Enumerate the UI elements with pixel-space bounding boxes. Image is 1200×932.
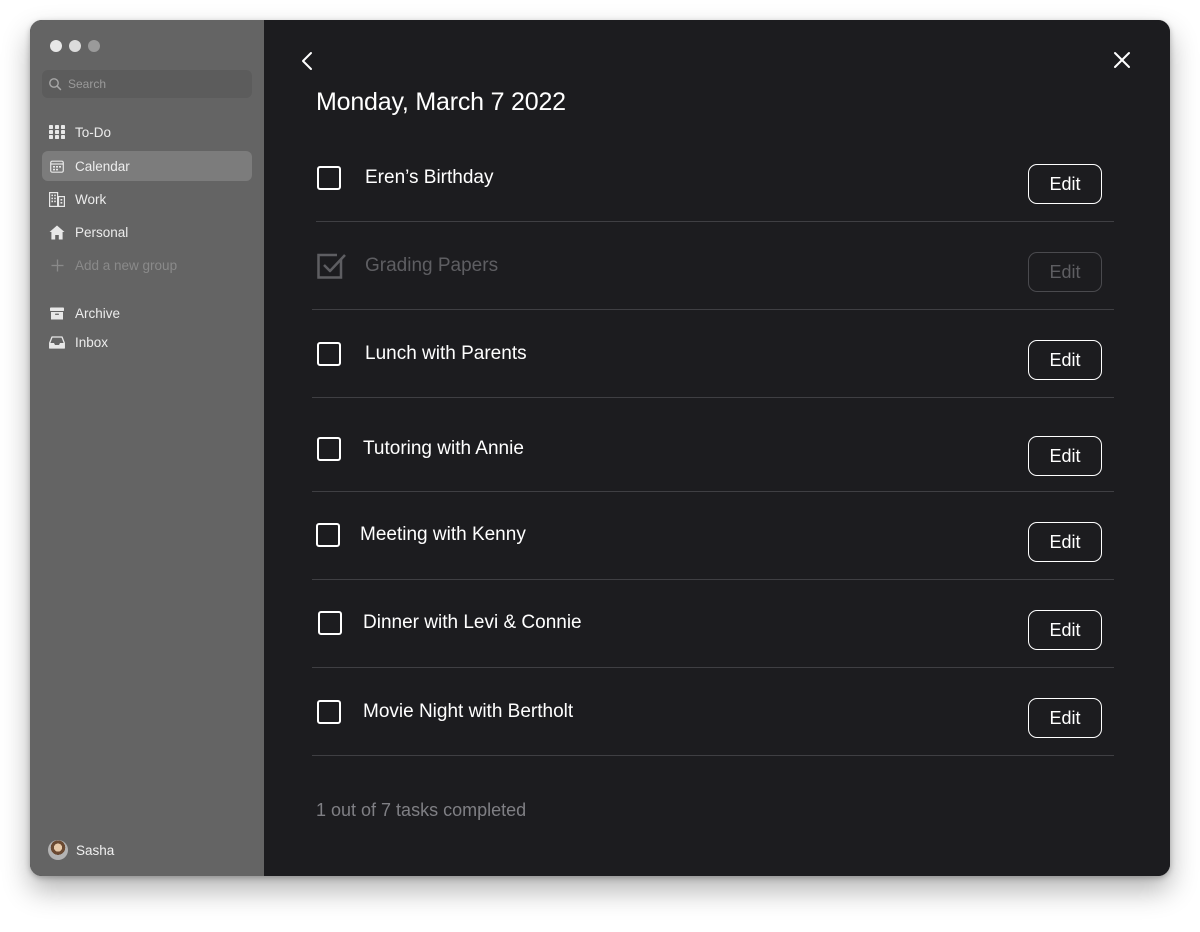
task-row: Tutoring with Annie Edit (264, 425, 1170, 513)
task-label: Tutoring with Annie (363, 438, 524, 459)
edit-button[interactable]: Edit (1028, 698, 1102, 738)
task-row: Movie Night with Bertholt Edit (264, 688, 1170, 776)
sidebar-item-calendar[interactable]: Calendar (42, 151, 252, 181)
divider (312, 491, 1114, 492)
task-label: Lunch with Parents (365, 343, 527, 364)
divider (316, 221, 1114, 222)
sidebar-item-label: Calendar (75, 158, 130, 174)
sidebar: To-Do Calendar (30, 20, 264, 876)
sidebar-item-label: Work (75, 191, 107, 207)
task-label: Eren’s Birthday (365, 167, 494, 188)
building-icon (49, 191, 65, 207)
search-bar[interactable] (42, 70, 252, 98)
divider (312, 667, 1114, 668)
completion-status: 1 out of 7 tasks completed (316, 800, 527, 820)
task-checkbox[interactable] (317, 437, 341, 461)
search-input[interactable] (66, 76, 250, 92)
task-label: Dinner with Levi & Connie (363, 612, 582, 633)
grid-icon (49, 124, 65, 140)
task-row: Eren’s Birthday Edit (264, 154, 1170, 242)
divider (312, 397, 1114, 398)
task-label: Movie Night with Bertholt (363, 701, 574, 722)
inbox-tray-icon (49, 334, 65, 350)
close-icon (1112, 52, 1132, 74)
add-group-button[interactable]: Add a new group (42, 250, 252, 280)
close-window-dot[interactable] (50, 40, 62, 52)
task-row-completed: Grading Papers Edit (264, 242, 1170, 330)
zoom-window-dot[interactable] (88, 40, 100, 52)
search-icon (48, 77, 62, 91)
plus-icon (49, 257, 65, 273)
user-profile[interactable]: Sasha (48, 840, 114, 860)
edit-button[interactable]: Edit (1028, 610, 1102, 650)
task-row: Lunch with Parents Edit (264, 330, 1170, 418)
edit-button[interactable]: Edit (1028, 340, 1102, 380)
edit-button[interactable]: Edit (1028, 164, 1102, 204)
task-checkbox[interactable] (317, 342, 341, 366)
avatar (48, 840, 68, 860)
sidebar-item-label: Personal (75, 224, 129, 240)
house-icon (49, 224, 65, 240)
task-checkbox[interactable] (317, 166, 341, 190)
edit-button[interactable]: Edit (1028, 252, 1102, 292)
sidebar-item-todo[interactable]: To-Do (42, 117, 252, 147)
task-checkbox[interactable] (317, 700, 341, 724)
close-button[interactable] (1112, 50, 1132, 70)
checked-checkbox-icon[interactable] (317, 252, 347, 282)
task-checkbox[interactable] (316, 523, 340, 547)
calendar-icon (49, 158, 65, 174)
window-controls (50, 40, 100, 52)
sidebar-item-personal[interactable]: Personal (42, 217, 252, 247)
app-window: To-Do Calendar (30, 20, 1170, 876)
user-name: Sasha (76, 842, 115, 858)
chevron-left-icon (298, 52, 318, 76)
sidebar-item-inbox[interactable]: Inbox (42, 327, 252, 357)
sidebar-item-archive[interactable]: Archive (42, 298, 252, 328)
task-label: Grading Papers (365, 255, 499, 276)
divider (312, 755, 1114, 756)
task-row: Dinner with Levi & Connie Edit (264, 600, 1170, 688)
back-button[interactable] (298, 50, 318, 72)
task-row: Meeting with Kenny Edit (264, 512, 1170, 600)
sidebar-item-work[interactable]: Work (42, 184, 252, 214)
edit-button[interactable]: Edit (1028, 436, 1102, 476)
page-title: Monday, March 7 2022 (316, 88, 566, 116)
sidebar-item-label: Archive (75, 305, 121, 321)
divider (312, 579, 1114, 580)
task-checkbox[interactable] (318, 611, 342, 635)
sidebar-item-label: Inbox (75, 334, 109, 350)
edit-button[interactable]: Edit (1028, 522, 1102, 562)
add-group-label: Add a new group (75, 257, 178, 273)
divider (312, 309, 1114, 310)
archive-box-icon (49, 305, 65, 321)
task-label: Meeting with Kenny (360, 524, 526, 545)
task-panel: Monday, March 7 2022 Eren’s Birthday Edi… (264, 20, 1170, 876)
minimize-window-dot[interactable] (69, 40, 81, 52)
sidebar-item-label: To-Do (75, 124, 112, 140)
